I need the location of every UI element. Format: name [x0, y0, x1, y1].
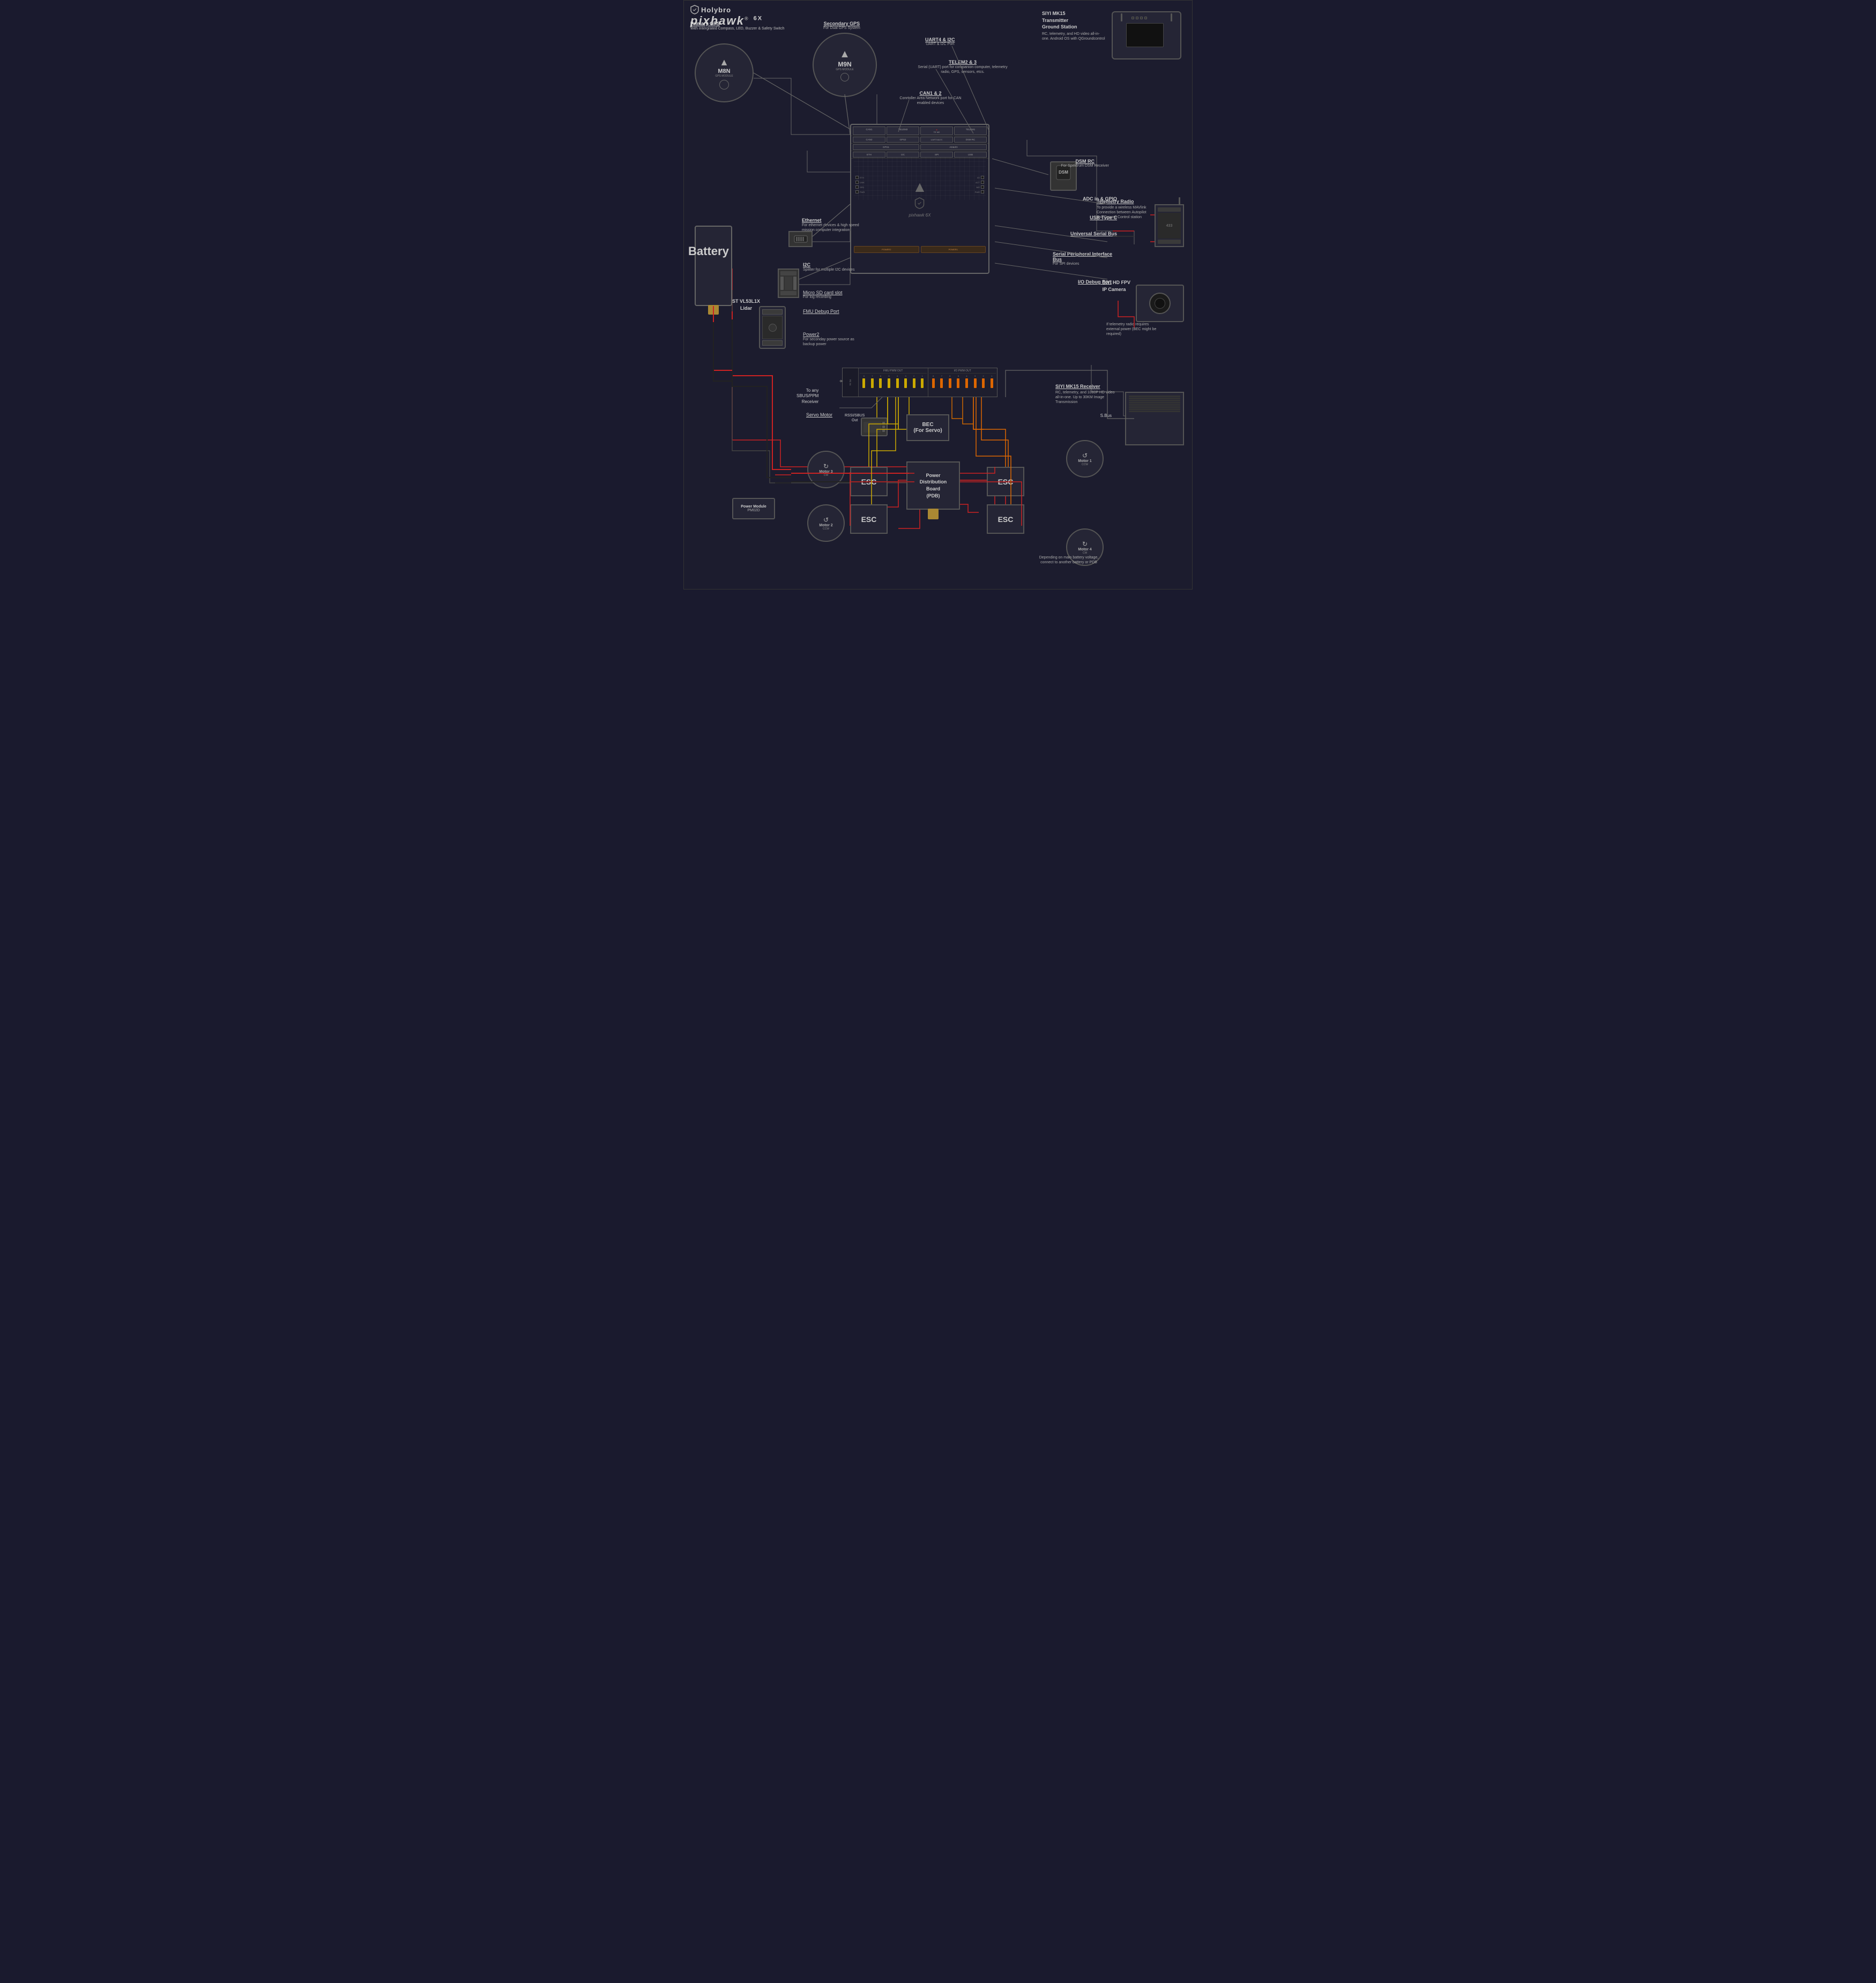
motor-1-component: ↺ Motor 1 CCW: [1066, 440, 1104, 478]
pdb-connector: [928, 509, 939, 519]
power2-label: Power2 For seconday power source as back…: [803, 332, 857, 347]
port-telem2: TE M2: [922, 131, 951, 133]
lidar-label: ST VL53L1X Lidar: [732, 298, 760, 311]
fmu-debug-label: FMU Debug Port: [803, 309, 839, 314]
sbus-ppm-label: To any SBUS/PPM Receiver: [796, 378, 818, 414]
battery-connector: [708, 305, 719, 315]
gps-primary-arrow-icon: ▲: [719, 57, 729, 68]
transmitter-buttons: [1131, 17, 1147, 19]
gps-secondary-inner-circle: [840, 73, 849, 81]
flight-controller-board: CAN1 TELEM3 |||| TE M2 TELEM1 CAN2 GPS2 …: [850, 124, 989, 274]
svg-text:DSM: DSM: [1059, 170, 1068, 175]
s-bus-label: S.Bus: [1100, 413, 1112, 418]
uart4-i2c-label: UART4 & I2C UART & I2C Port: [925, 37, 955, 46]
mk15-receiver-component: [1125, 392, 1184, 445]
motor-1-arrow-icon: ↺: [1082, 452, 1088, 459]
transmitter-antenna-2: [1171, 13, 1172, 21]
port-adio: AD&I/O: [920, 144, 987, 150]
rc-in-label: RC IN: [849, 379, 852, 385]
i2c-label: I2C Splitter for multiple I2C devices: [803, 262, 854, 272]
ethernet-plug-icon: [793, 234, 809, 244]
battery-note: Depending on main battery voltage, conne…: [1037, 555, 1101, 565]
pwm-section: RC IN FMU PWM OUT 8 7 6 5 4 3 2 1: [842, 368, 997, 397]
port-uart4i2c: UART4&I2C: [920, 137, 953, 143]
secondary-gps-component: ▲ M9N GPS MODULE: [813, 33, 877, 97]
fc-pixhawk-label: pixhawk 6X: [909, 213, 931, 218]
telemetry-antenna-icon: [1179, 197, 1180, 205]
telemetry-radio-label: Telemetry Radio To provide a wireless MA…: [1097, 199, 1150, 220]
dsm-rc-label: DSM RC For Spektrum DSM Receiver: [1061, 159, 1109, 168]
power-connectors-row: POWER2 POWER1: [853, 245, 987, 254]
io-pwm-label: I/O PWM OUT: [929, 369, 996, 374]
primary-gps-component: ▲ M8N GPS MODULE: [695, 43, 754, 102]
ethernet-label: Ethernet For ethernet devices & high spe…: [802, 218, 866, 233]
fmu-pwm-numbers: 8: [863, 375, 865, 377]
universal-serial-label: Universal Serial Bus: [1070, 231, 1117, 236]
power-module-model: PM02D: [747, 509, 760, 512]
port-can2: CAN2: [853, 137, 885, 143]
fc-brand-area: pixhawk 6X: [909, 197, 931, 218]
esc-box-3: ESC: [987, 467, 1024, 496]
transmitter-screen: [1126, 23, 1164, 47]
esc-box-2: ESC: [850, 504, 888, 534]
can1-2-label: CAN1 & 2 Conrtoller Area Network port fo…: [893, 91, 968, 106]
esc-box-1: ESC: [850, 467, 888, 496]
battery-main-label: Battery: [688, 244, 729, 258]
brand-logo: Holybro: [690, 5, 763, 14]
mk15-receiver-label: SIYI MK15 Receiver RC, telemetry, and 10…: [1055, 384, 1120, 405]
secondary-gps-label: Secondary GPS For Dual GPS System: [823, 21, 860, 30]
camera-lens-icon: [1149, 293, 1171, 314]
battery-component: [695, 226, 732, 306]
transmitter-antenna-1: [1121, 13, 1122, 21]
gps-primary-subtitle: GPS MODULE: [715, 74, 733, 78]
telemetry-radio-component: 433: [1155, 204, 1184, 247]
transmitter-component: [1112, 11, 1181, 59]
diagram-container: Holybro pixhawk® 6X Primary GPS With Int…: [683, 0, 1193, 590]
gps-secondary-arrow-icon: ▲: [839, 48, 850, 61]
port-gps1: GPS1: [853, 144, 919, 150]
motor-3-arrow-icon: ↻: [823, 463, 829, 470]
motor-2-arrow-icon: ↺: [823, 516, 829, 524]
fpv-camera-component: [1136, 285, 1184, 322]
lidar-component: [759, 306, 786, 349]
pdb-component: Power Distribution Board (PDB): [906, 461, 960, 510]
holybro-shield-icon: [690, 5, 699, 14]
fpv-camera-label: SIYI HD FPV IP Camera: [1102, 279, 1130, 293]
transmitter-label: SIYI MK15 Transmitter Ground Station RC,…: [1042, 10, 1106, 41]
gps-secondary-model: M9N: [838, 61, 851, 68]
port-telem3: TELEM3: [887, 126, 919, 135]
power-module-label: Power Module: [741, 505, 766, 509]
port-power1: POWER1: [921, 246, 986, 253]
bec-component: BEC (For Servo): [906, 414, 949, 441]
esc-box-4: ESC: [987, 504, 1024, 534]
ethernet-port-component: [788, 231, 813, 247]
fmu-pwm-label: FMU PWM OUT: [860, 369, 927, 374]
port-dsmrc: DSM RC: [954, 137, 987, 143]
holybro-brand-text: Holybro: [701, 6, 731, 14]
spi-label: Serial Peripheral Interface Bus For SPI …: [1053, 251, 1117, 266]
i2c-splitter-component: [778, 269, 799, 298]
gps-primary-inner-circle: [719, 80, 729, 90]
gps-secondary-subtitle: GPS MODULE: [836, 68, 853, 71]
gps-primary-model: M8N: [718, 68, 730, 74]
motor-4-arrow-icon: ↻: [1082, 540, 1088, 548]
port-can1: CAN1: [853, 126, 885, 135]
telem2-3-label: TELEM2 & 3 Serial (UART) port for compan…: [914, 59, 1011, 74]
servo-motor-component: [861, 418, 888, 436]
motor-2-component: ↺ Motor 2 CCW: [807, 504, 845, 542]
port-gps2: GPS2: [887, 137, 919, 143]
servo-motor-label: Servo Motor: [806, 412, 832, 418]
micro-sd-label: Micro SD card slot For log recording: [803, 290, 843, 299]
bec-note: If telemetry radio requires external pow…: [1106, 322, 1160, 337]
primary-gps-label: Primary GPS With Intergrated Compass, LE…: [690, 21, 784, 32]
port-power2: POWER2: [854, 246, 919, 253]
lidar-lens-icon: [769, 324, 777, 332]
fc-grid-texture: [854, 157, 986, 200]
power-module-component: Power Module PM02D: [732, 498, 775, 519]
port-telem1: TELEM1: [954, 126, 987, 135]
motor-3-component: ↻ Motor 3 CW: [807, 451, 845, 488]
